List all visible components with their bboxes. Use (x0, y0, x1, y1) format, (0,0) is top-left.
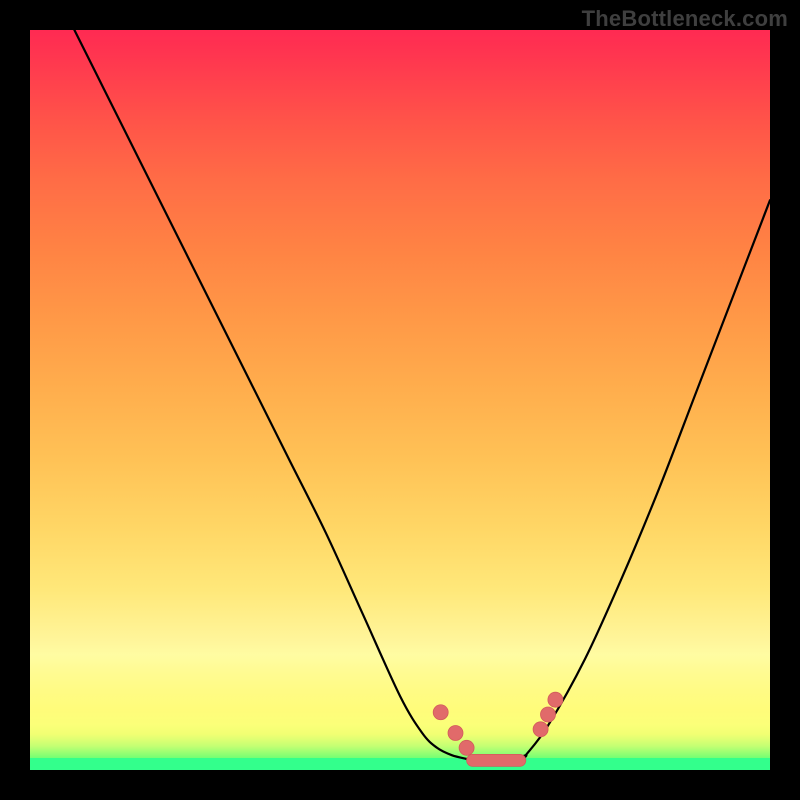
curve-layer (30, 30, 770, 770)
left-bead-2 (448, 726, 463, 741)
valley-floor-pill (467, 754, 526, 766)
left-bead-1 (433, 705, 448, 720)
right-bead-3 (548, 692, 563, 707)
chart-frame: TheBottleneck.com (0, 0, 800, 800)
left-bead-3 (459, 740, 474, 755)
watermark-text: TheBottleneck.com (582, 6, 788, 32)
plot-area (30, 30, 770, 770)
right-bead-2 (541, 707, 556, 722)
bottleneck-curve (74, 30, 770, 761)
curve-beads (433, 692, 563, 755)
right-bead-1 (533, 722, 548, 737)
